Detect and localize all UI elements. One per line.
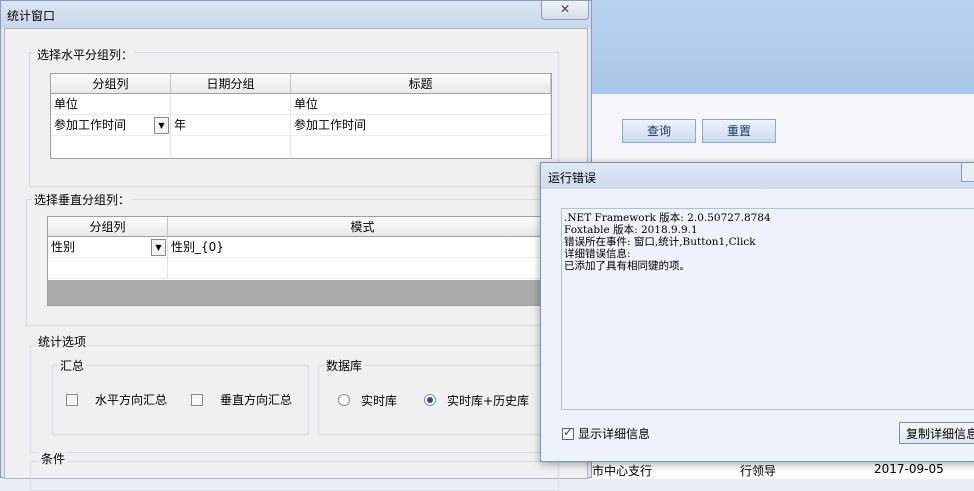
grid-header-mode[interactable]: 模式 (168, 217, 558, 237)
realtime-radio[interactable] (338, 394, 350, 406)
horizontal-summary-checkbox[interactable] (66, 394, 78, 406)
query-button[interactable]: 查询 (622, 119, 696, 143)
copy-details-button[interactable]: 复制详细信息 (899, 422, 974, 444)
reset-button[interactable]: 重置 (702, 119, 776, 143)
window-title: 统计窗口 (7, 9, 56, 23)
grid-cell-group-col[interactable]: 性别 (48, 237, 168, 258)
error-dialog-title: 运行错误 (548, 171, 597, 185)
table-cell-role: 行领导 (740, 464, 777, 478)
horizontal-group-grid[interactable]: 分组列 日期分组 标题 单位 单位 参加工作时间 ▼ 年 参加工作时间 (50, 73, 552, 159)
grid-cell-group-col[interactable]: 参加工作时间 (51, 115, 171, 136)
grid-cell-group-col[interactable]: 单位 (51, 94, 171, 115)
realtime-label[interactable]: 实时库 (361, 392, 397, 409)
horizontal-summary-label[interactable]: 水平方向汇总 (95, 391, 167, 408)
dropdown-button[interactable]: ▼ (151, 239, 166, 256)
chevron-down-icon: ▼ (158, 121, 165, 130)
close-icon: ✕ (559, 2, 571, 16)
horizontal-group-legend: 选择水平分组列： (35, 46, 136, 63)
grid-empty-cell[interactable] (171, 136, 291, 157)
grid-cell-title[interactable]: 单位 (291, 94, 551, 115)
error-line: 已添加了具有相同键的项。 (564, 260, 690, 272)
grid-cell-title[interactable]: 参加工作时间 (291, 115, 551, 136)
error-close-button[interactable] (961, 163, 974, 182)
table-cell-date: 2017-09-05 (874, 462, 944, 476)
grid-empty-cell[interactable] (51, 136, 171, 157)
grid-empty-cell[interactable] (48, 258, 168, 279)
error-dialog-titlebar (541, 163, 974, 189)
error-line: Foxtable 版本: 2018.9.9.1 (564, 224, 698, 236)
vertical-summary-checkbox[interactable] (191, 394, 203, 406)
grid-empty-area (48, 280, 558, 305)
window-titlebar (1, 1, 591, 28)
grid-cell-date-group[interactable]: 年 (171, 115, 291, 136)
error-dialog: 运行错误 .NET Framework 版本: 2.0.50727.8784 F… (540, 162, 974, 462)
stat-options-legend: 统计选项 (36, 333, 89, 350)
error-line: 详细错误信息: (564, 248, 631, 260)
grid-empty-cell[interactable] (168, 258, 558, 279)
window-client: 选择水平分组列： 分组列 日期分组 标题 单位 单位 参加工作时间 ▼ 年 参加… (4, 28, 588, 491)
condition-legend: 条件 (39, 450, 68, 467)
table-cell-branch: 市中心支行 (592, 464, 653, 478)
database-legend: 数据库 (324, 357, 365, 374)
vertical-group-legend: 选择垂直分组列： (32, 191, 133, 208)
error-line: 错误所在事件: 窗口,统计,Button1,Click (564, 236, 756, 248)
grid-header-group-col[interactable]: 分组列 (48, 217, 168, 237)
error-line: .NET Framework 版本: 2.0.50727.8784 (564, 212, 771, 224)
checkmark-icon: ✓ (563, 425, 574, 439)
grid-header-title[interactable]: 标题 (291, 74, 551, 94)
error-details-box[interactable]: .NET Framework 版本: 2.0.50727.8784 Foxtab… (561, 208, 974, 410)
grid-cell-mode[interactable]: 性别_{0} (168, 237, 558, 258)
summary-legend: 汇总 (58, 357, 87, 374)
grid-cell-date-group[interactable] (171, 94, 291, 115)
grid-header-group-col[interactable]: 分组列 (51, 74, 171, 94)
dropdown-button[interactable]: ▼ (154, 117, 169, 134)
grid-header-date-group[interactable]: 日期分组 (171, 74, 291, 94)
condition-box (30, 461, 559, 491)
vertical-summary-label[interactable]: 垂直方向汇总 (220, 391, 292, 408)
realtime-history-label[interactable]: 实时库+历史库 (447, 392, 529, 409)
chevron-down-icon: ▼ (155, 243, 162, 252)
show-details-label[interactable]: 显示详细信息 (578, 425, 650, 442)
grid-empty-cell[interactable] (291, 136, 551, 157)
background-header (590, 0, 974, 94)
stats-window: 统计窗口 ✕ 选择水平分组列： 分组列 日期分组 标题 单位 单位 参加工作时间… (0, 0, 592, 491)
realtime-history-radio[interactable] (424, 394, 436, 406)
window-close-button[interactable]: ✕ (541, 1, 589, 20)
vertical-group-grid[interactable]: 分组列 模式 性别 ▼ 性别_{0} (47, 216, 559, 306)
show-details-checkbox[interactable]: ✓ (562, 425, 574, 440)
